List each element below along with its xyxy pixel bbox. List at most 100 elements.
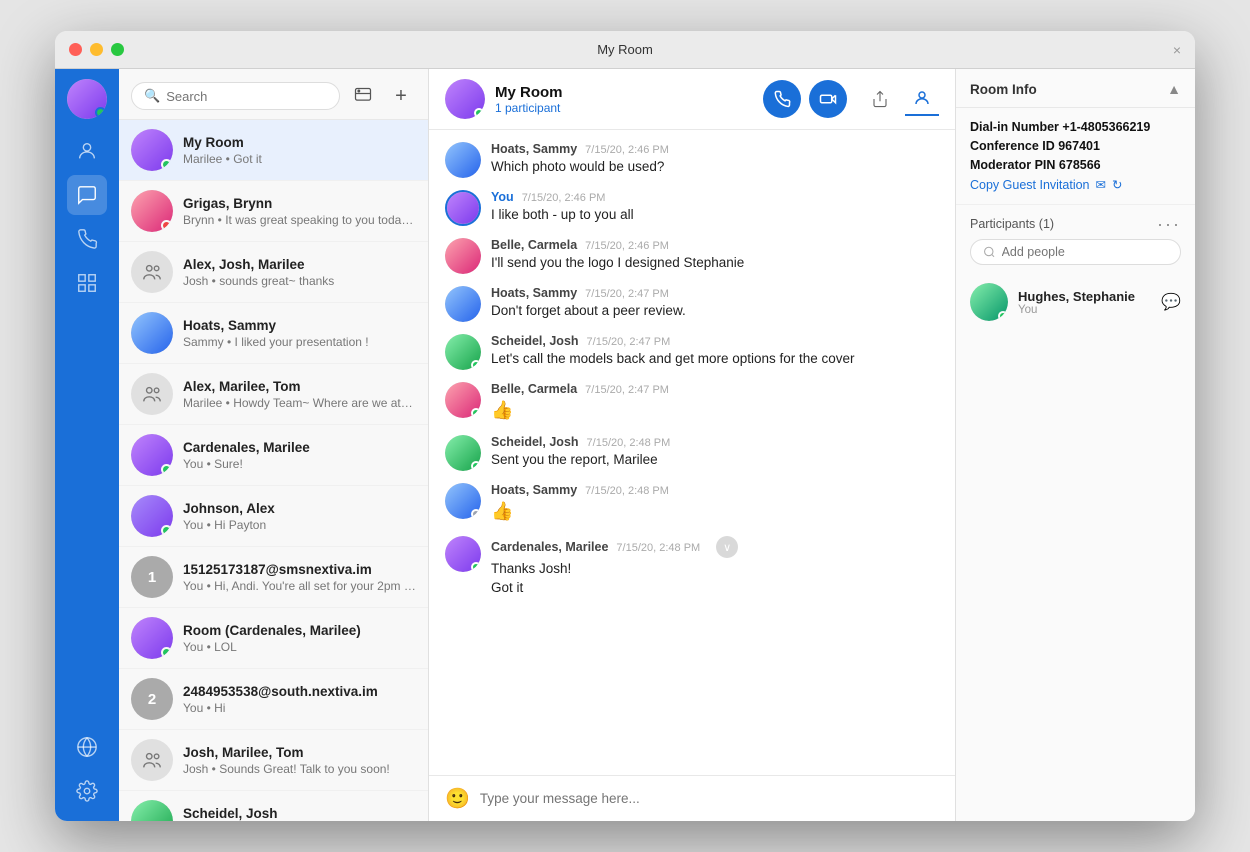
message-input[interactable]: [480, 791, 939, 806]
conv-name: Alex, Josh, Marilee: [183, 257, 416, 272]
audio-call-button[interactable]: [763, 80, 801, 118]
list-item[interactable]: Johnson, Alex You • Hi Payton: [119, 486, 428, 547]
message-time: 7/15/20, 2:48 PM: [616, 542, 700, 554]
maximize-button[interactable]: [111, 43, 124, 56]
list-item[interactable]: My Room Marilee • Got it: [119, 120, 428, 181]
status-dot: [161, 220, 172, 231]
conv-avatar: 1: [131, 556, 173, 598]
search-box[interactable]: 🔍: [131, 82, 340, 110]
participants-label: Participants (1): [970, 217, 1054, 231]
collapse-panel-button[interactable]: ▲: [1167, 81, 1181, 97]
search-input[interactable]: [166, 89, 327, 104]
sidebar-item-phone[interactable]: [67, 219, 107, 259]
message-content: Belle, Carmela 7/15/20, 2:47 PM 👍: [491, 382, 939, 423]
message-content: Belle, Carmela 7/15/20, 2:46 PM I'll sen…: [491, 238, 939, 274]
conv-preview: Sammy • I liked your presentation !: [183, 335, 416, 349]
sidebar-item-globe[interactable]: [67, 727, 107, 767]
message-content: Hoats, Sammy 7/15/20, 2:48 PM 👍: [491, 483, 939, 524]
conv-avatar: [131, 495, 173, 537]
conv-avatar: [131, 800, 173, 821]
refresh-icon: ↻: [1112, 177, 1122, 192]
conv-name: 2484953538@south.nextiva.im: [183, 684, 416, 699]
message-sender-line: Belle, Carmela 7/15/20, 2:46 PM: [491, 238, 939, 252]
conv-info: 15125173187@smsnextiva.im You • Hi, Andi…: [183, 562, 416, 593]
list-item[interactable]: Cardenales, Marilee You • Sure!: [119, 425, 428, 486]
dial-in-number: +1-4805366219: [1062, 120, 1150, 134]
message-text: Which photo would be used?: [491, 158, 939, 177]
conv-preview: You • Hi Payton: [183, 518, 416, 532]
window-title: My Room: [597, 42, 653, 57]
list-item[interactable]: Room (Cardenales, Marilee) You • LOL: [119, 608, 428, 669]
message-avatar: [445, 286, 481, 322]
status-dot: [471, 461, 481, 471]
message-avatar: [445, 238, 481, 274]
status-dot: [161, 647, 172, 658]
video-call-button[interactable]: [809, 80, 847, 118]
conv-name: Johnson, Alex: [183, 501, 416, 516]
message-text: I'll send you the logo I designed Stepha…: [491, 254, 939, 273]
window-close-icon[interactable]: ×: [1173, 42, 1181, 58]
copy-invite-button[interactable]: Copy Guest Invitation ✉ ↻: [970, 177, 1181, 192]
conv-avatar: [131, 739, 173, 781]
chat-header-status: [474, 108, 484, 118]
participant-chat-button[interactable]: 💬: [1161, 292, 1181, 312]
participants-more-button[interactable]: ···: [1157, 215, 1181, 233]
conversation-list: 🔍 + My Room: [119, 69, 429, 821]
emoji-button[interactable]: 🙂: [445, 786, 470, 811]
status-dot: [161, 159, 172, 170]
message-sender-line: Scheidel, Josh 7/15/20, 2:48 PM: [491, 435, 939, 449]
conv-preview: Brynn • It was great speaking to you tod…: [183, 213, 416, 227]
participant-info: Hughes, Stephanie You: [1018, 289, 1151, 316]
message-sender-line: Hoats, Sammy 7/15/20, 2:46 PM: [491, 142, 939, 156]
sidebar-item-settings[interactable]: [67, 771, 107, 811]
sidebar-item-contacts[interactable]: [67, 131, 107, 171]
conv-info: Johnson, Alex You • Hi Payton: [183, 501, 416, 532]
conv-info: Cardenales, Marilee You • Sure!: [183, 440, 416, 471]
list-item[interactable]: Scheidel, Josh You • Hi Blake!: [119, 791, 428, 821]
share-button[interactable]: [863, 82, 897, 116]
participants-panel-button[interactable]: [905, 82, 939, 116]
list-item[interactable]: 1 15125173187@smsnextiva.im You • Hi, An…: [119, 547, 428, 608]
list-item[interactable]: 2 2484953538@south.nextiva.im You • Hi: [119, 669, 428, 730]
add-people-box[interactable]: [970, 239, 1181, 265]
left-nav: [55, 69, 119, 821]
new-direct-message-button[interactable]: [348, 81, 378, 111]
participants-header: Participants (1) ···: [956, 205, 1195, 239]
message-time: 7/15/20, 2:47 PM: [587, 336, 671, 348]
conv-preview: You • Hi: [183, 701, 416, 715]
message-sender: Hoats, Sammy: [491, 142, 577, 156]
sidebar-item-chat[interactable]: [67, 175, 107, 215]
participant-sub: You: [1018, 304, 1151, 316]
chat-header-avatar: [445, 79, 485, 119]
compose-button[interactable]: +: [386, 81, 416, 111]
message-text: 👍: [491, 499, 939, 524]
message-group: You 7/15/20, 2:46 PM I like both - up to…: [445, 190, 939, 226]
add-people-input[interactable]: [1002, 245, 1168, 259]
conv-info: Alex, Marilee, Tom Marilee • Howdy Team~…: [183, 379, 416, 410]
conv-info: Hoats, Sammy Sammy • I liked your presen…: [183, 318, 416, 349]
message-group: Belle, Carmela 7/15/20, 2:47 PM 👍: [445, 382, 939, 423]
minimize-button[interactable]: [90, 43, 103, 56]
status-dot: [471, 408, 481, 418]
list-item[interactable]: Josh, Marilee, Tom Josh • Sounds Great! …: [119, 730, 428, 791]
list-item[interactable]: Alex, Marilee, Tom Marilee • Howdy Team~…: [119, 364, 428, 425]
conv-preview: You • Sure!: [183, 457, 416, 471]
list-item[interactable]: Grigas, Brynn Brynn • It was great speak…: [119, 181, 428, 242]
conv-preview: Josh • Sounds Great! Talk to you soon!: [183, 762, 416, 776]
expand-message-button[interactable]: ∨: [716, 536, 738, 558]
message-avatar: [445, 536, 481, 572]
status-dot: [471, 360, 481, 370]
list-item[interactable]: Alex, Josh, Marilee Josh • sounds great~…: [119, 242, 428, 303]
message-content: Scheidel, Josh 7/15/20, 2:47 PM Let's ca…: [491, 334, 939, 370]
conference-id-row: Conference ID 967401: [970, 139, 1181, 153]
chat-header-info: My Room 1 participant: [495, 84, 753, 115]
list-item[interactable]: Hoats, Sammy Sammy • I liked your presen…: [119, 303, 428, 364]
conv-info: Room (Cardenales, Marilee) You • LOL: [183, 623, 416, 654]
participant-name: Hughes, Stephanie: [1018, 289, 1151, 304]
conv-name: Cardenales, Marilee: [183, 440, 416, 455]
message-content: You 7/15/20, 2:46 PM I like both - up to…: [491, 190, 939, 226]
close-button[interactable]: [69, 43, 82, 56]
sidebar-item-grid[interactable]: [67, 263, 107, 303]
message-sender: You: [491, 190, 514, 204]
message-group: Hoats, Sammy 7/15/20, 2:48 PM 👍: [445, 483, 939, 524]
